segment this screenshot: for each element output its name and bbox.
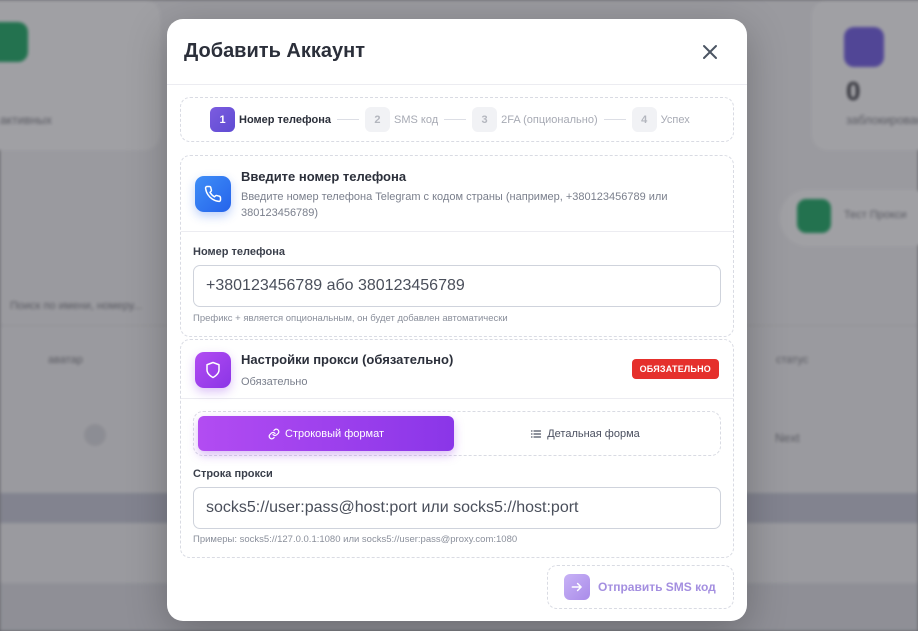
proxy-field-label: Строка прокси <box>193 468 273 480</box>
list-icon <box>531 429 542 438</box>
step-connector <box>603 119 626 120</box>
phone-icon <box>204 185 222 203</box>
shield-icon <box>206 361 220 379</box>
detailed-form-button[interactable]: Детальная форма <box>454 416 716 451</box>
send-sms-button[interactable]: Отправить SMS код <box>547 565 734 609</box>
step-number: 3 <box>472 107 498 132</box>
step-label: Номер телефона <box>239 113 331 126</box>
step-phone: 1 Номер телефона <box>210 107 331 132</box>
phone-input[interactable] <box>193 265 721 307</box>
step-number: 4 <box>631 107 657 132</box>
string-format-button[interactable]: Строковый формат <box>198 416 454 451</box>
step-connector <box>444 119 467 120</box>
phone-field-label: Номер телефона <box>193 246 285 258</box>
proxy-hint: Примеры: socks5://127.0.0.1:1080 или soc… <box>193 534 518 545</box>
close-icon <box>703 45 717 59</box>
step-2fa: 3 2FA (опционально) <box>472 107 598 132</box>
send-sms-label: Отправить SMS код <box>598 580 716 594</box>
phone-section: Введите номер телефона Введите номер тел… <box>180 155 734 337</box>
close-button[interactable] <box>699 41 721 63</box>
modal-header: Добавить Аккаунт <box>167 19 747 85</box>
step-label: Успех <box>660 113 690 126</box>
required-badge: ОБЯЗАТЕЛЬНО <box>631 359 719 379</box>
phone-section-header: Введите номер телефона Введите номер тел… <box>181 156 733 232</box>
string-format-label: Строковый формат <box>285 427 384 440</box>
step-number: 1 <box>210 107 235 132</box>
link-icon <box>268 428 280 439</box>
arrow-right-icon <box>571 582 582 592</box>
add-account-modal: Добавить Аккаунт 1 Номер телефона 2 SMS … <box>167 19 747 621</box>
proxy-format-toggle: Строковый формат Детальная форма <box>193 411 721 456</box>
proxy-section-title: Настройки прокси (обязательно) <box>241 352 454 367</box>
modal-title: Добавить Аккаунт <box>184 40 366 62</box>
step-number: 2 <box>364 107 390 132</box>
arrow-right-icon-tile <box>564 574 590 600</box>
proxy-section-header: Настройки прокси (обязательно) Обязатель… <box>181 340 733 399</box>
phone-hint: Префикс + является опциональным, он буде… <box>193 313 508 324</box>
phone-icon-tile <box>195 176 231 212</box>
step-connector <box>336 119 359 120</box>
step-success: 4 Успех <box>631 107 690 132</box>
phone-section-subtitle: Введите номер телефона Telegram с кодом … <box>241 191 668 219</box>
detailed-form-label: Детальная форма <box>547 427 640 440</box>
proxy-input[interactable] <box>193 487 721 529</box>
proxy-section: Настройки прокси (обязательно) Обязатель… <box>180 339 734 558</box>
step-label: SMS код <box>393 113 439 126</box>
step-label: 2FA (опционально) <box>501 113 598 126</box>
shield-icon-tile <box>195 352 231 388</box>
stepper: 1 Номер телефона 2 SMS код 3 2FA (опцион… <box>180 97 734 142</box>
phone-section-title: Введите номер телефона <box>241 169 407 184</box>
step-sms: 2 SMS код <box>364 107 439 132</box>
